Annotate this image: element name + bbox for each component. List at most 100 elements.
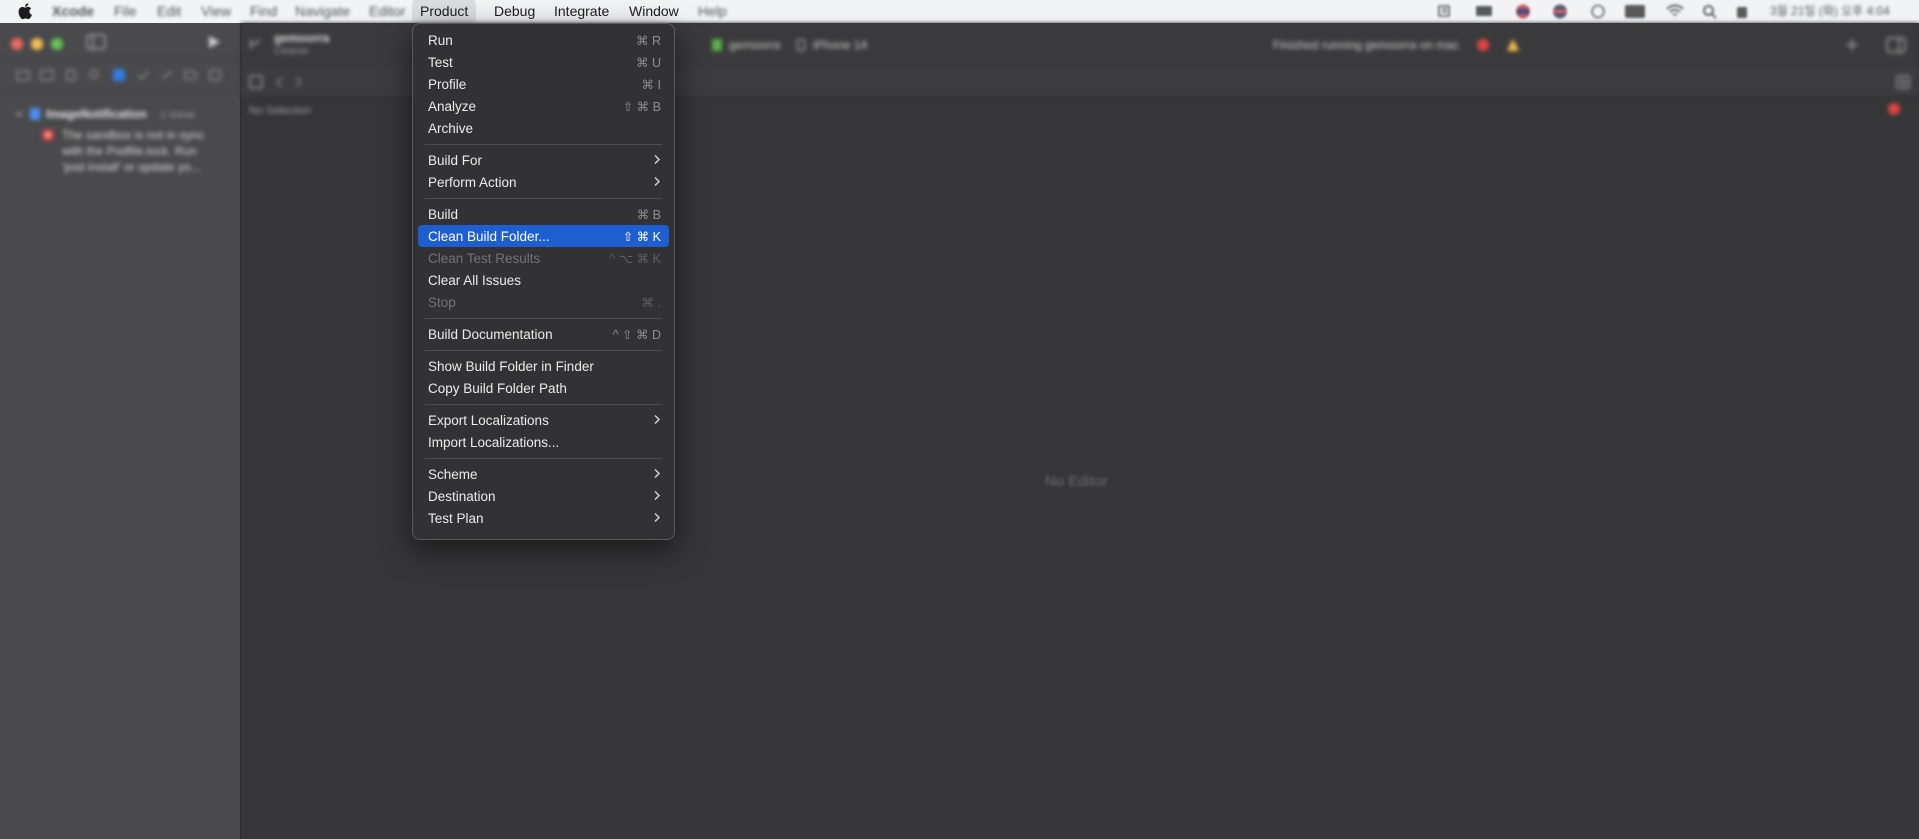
- menu-item-clear-all-issues[interactable]: Clear All Issues: [418, 269, 669, 291]
- menu-item-build[interactable]: Build ⌘ B: [418, 203, 669, 225]
- menu-item-test-plan[interactable]: Test Plan: [418, 507, 669, 529]
- folder-icon[interactable]: [16, 69, 30, 81]
- close-window-button[interactable]: [11, 38, 23, 50]
- menu-item-label: Test: [428, 54, 453, 70]
- destination-selector[interactable]: iPhone 14: [813, 38, 867, 52]
- menu-item-shortcut: ⌘ R: [636, 33, 661, 48]
- sidebar-toggle-icon[interactable]: [86, 34, 106, 50]
- menu-item-label: Build For: [428, 152, 483, 168]
- run-play-icon[interactable]: [207, 35, 221, 49]
- apple-logo-icon[interactable]: [18, 3, 32, 19]
- zoom-window-button[interactable]: [51, 38, 63, 50]
- menu-item-stop: Stop ⌘ .: [418, 291, 669, 313]
- error-badge-icon[interactable]: [1477, 39, 1489, 51]
- menu-item-label: Clear All Issues: [428, 272, 522, 288]
- menu-item-test[interactable]: Test ⌘ U: [418, 51, 669, 73]
- menu-editor[interactable]: Editor: [361, 0, 414, 23]
- add-icon[interactable]: [1845, 38, 1859, 52]
- menu-item-label: Stop: [428, 294, 456, 310]
- menu-item-label: Run: [428, 32, 453, 48]
- menu-item-copy-build-folder-path[interactable]: Copy Build Folder Path: [418, 377, 669, 399]
- menu-integrate[interactable]: Integrate: [546, 0, 617, 23]
- menu-product[interactable]: Product: [412, 0, 477, 23]
- menu-separator: [425, 198, 662, 199]
- navigator-tabs: [0, 59, 240, 91]
- menu-separator: [425, 404, 662, 405]
- menubar-clock[interactable]: 3월 21일 (화) 오후 4:04: [1762, 0, 1898, 23]
- search-icon[interactable]: [1702, 4, 1718, 19]
- menu-separator: [425, 350, 662, 351]
- menu-item-import-localizations[interactable]: Import Localizations...: [418, 431, 669, 453]
- flag-icon[interactable]: [1514, 4, 1532, 19]
- activity-status: Finished running gemoorra on mac: [1273, 38, 1460, 52]
- minimize-window-button[interactable]: [31, 38, 43, 50]
- scheme-selector[interactable]: gemoorra: [729, 38, 780, 52]
- menu-item-show-build-folder-in-finder[interactable]: Show Build Folder in Finder: [418, 355, 669, 377]
- menu-item-build-for[interactable]: Build For: [418, 149, 669, 171]
- no-editor-label: No Editor: [1045, 473, 1108, 490]
- menu-app-xcode[interactable]: Xcode: [44, 0, 102, 23]
- script-icon[interactable]: [1436, 4, 1454, 19]
- menu-item-archive[interactable]: Archive: [418, 117, 669, 139]
- chevron-right-icon: [653, 153, 661, 168]
- forward-chevron-icon[interactable]: [293, 76, 303, 88]
- display-icon[interactable]: [1475, 4, 1493, 19]
- menu-window[interactable]: Window: [621, 0, 687, 23]
- menu-item-label: Perform Action: [428, 174, 517, 190]
- chevron-right-icon: [653, 413, 661, 428]
- menu-item-label: Import Localizations...: [428, 434, 560, 450]
- issue-message[interactable]: The sandbox is not in sync with the Podf…: [62, 127, 212, 175]
- menu-item-label: Build: [428, 206, 459, 222]
- inspector-toggle-icon[interactable]: [1886, 37, 1906, 53]
- menu-item-clean-build-folder[interactable]: Clean Build Folder... ⇧ ⌘ K: [418, 225, 669, 247]
- menu-edit[interactable]: Edit: [149, 0, 189, 23]
- menu-help[interactable]: Help: [690, 0, 735, 23]
- menu-item-run[interactable]: Run ⌘ R: [418, 29, 669, 51]
- menu-separator: [425, 318, 662, 319]
- branch-icon: [250, 38, 260, 49]
- menu-item-build-documentation[interactable]: Build Documentation ^ ⇧ ⌘ D: [418, 323, 669, 345]
- symbol-icon[interactable]: [64, 69, 78, 81]
- project-name[interactable]: ImageNotification: [46, 107, 147, 121]
- find-icon[interactable]: [88, 69, 102, 81]
- error-indicator-icon[interactable]: [1888, 103, 1900, 115]
- menu-item-analyze[interactable]: Analyze ⇧ ⌘ B: [418, 95, 669, 117]
- navigator-sidebar: ImageNotification 1 issue The sandbox is…: [0, 23, 241, 839]
- menu-item-perform-action[interactable]: Perform Action: [418, 171, 669, 193]
- back-chevron-icon[interactable]: [275, 76, 285, 88]
- menu-item-shortcut: ^ ⇧ ⌘ D: [612, 327, 661, 342]
- menu-item-profile[interactable]: Profile ⌘ I: [418, 73, 669, 95]
- iphone-icon: [796, 39, 806, 51]
- menu-item-label: Analyze: [428, 98, 477, 114]
- report-icon[interactable]: [208, 69, 222, 81]
- scheme-title[interactable]: gemoorra: [274, 31, 329, 45]
- warning-badge-icon[interactable]: [1507, 39, 1519, 51]
- product-menu-dropdown: Run ⌘ R Test ⌘ U Profile ⌘ I Analyze ⇧ ⌘ B Archi…: [412, 23, 675, 540]
- app-target-icon: [712, 39, 722, 51]
- issue-count: 1 issue: [160, 109, 195, 121]
- editor-options-icon[interactable]: [1896, 75, 1910, 89]
- breakpoint-icon[interactable]: [184, 69, 198, 81]
- issue-navigator-icon[interactable]: [112, 68, 126, 82]
- menu-navigate[interactable]: Navigate: [287, 0, 358, 23]
- menu-file[interactable]: File: [106, 0, 145, 23]
- menu-debug[interactable]: Debug: [486, 0, 543, 23]
- test-icon[interactable]: [136, 69, 150, 81]
- menu-item-export-localizations[interactable]: Export Localizations: [418, 409, 669, 431]
- keyboard-icon[interactable]: [1624, 4, 1646, 19]
- project-file-icon: [30, 108, 40, 120]
- menu-view[interactable]: View: [193, 0, 239, 23]
- menu-item-destination[interactable]: Destination: [418, 485, 669, 507]
- flag-icon[interactable]: [1551, 4, 1569, 19]
- wifi-icon[interactable]: [1665, 4, 1685, 19]
- related-items-icon[interactable]: [249, 75, 263, 89]
- battery-icon[interactable]: [1734, 4, 1750, 19]
- scheme-subtitle: Cleaner: [274, 46, 310, 57]
- disclosure-chevron-icon[interactable]: [14, 109, 24, 119]
- source-control-icon[interactable]: [40, 69, 54, 81]
- menu-item-scheme[interactable]: Scheme: [418, 463, 669, 485]
- dot-icon[interactable]: [1589, 4, 1607, 19]
- menu-find[interactable]: Find: [242, 0, 285, 23]
- debug-icon[interactable]: [160, 69, 174, 81]
- error-icon: [42, 129, 54, 141]
